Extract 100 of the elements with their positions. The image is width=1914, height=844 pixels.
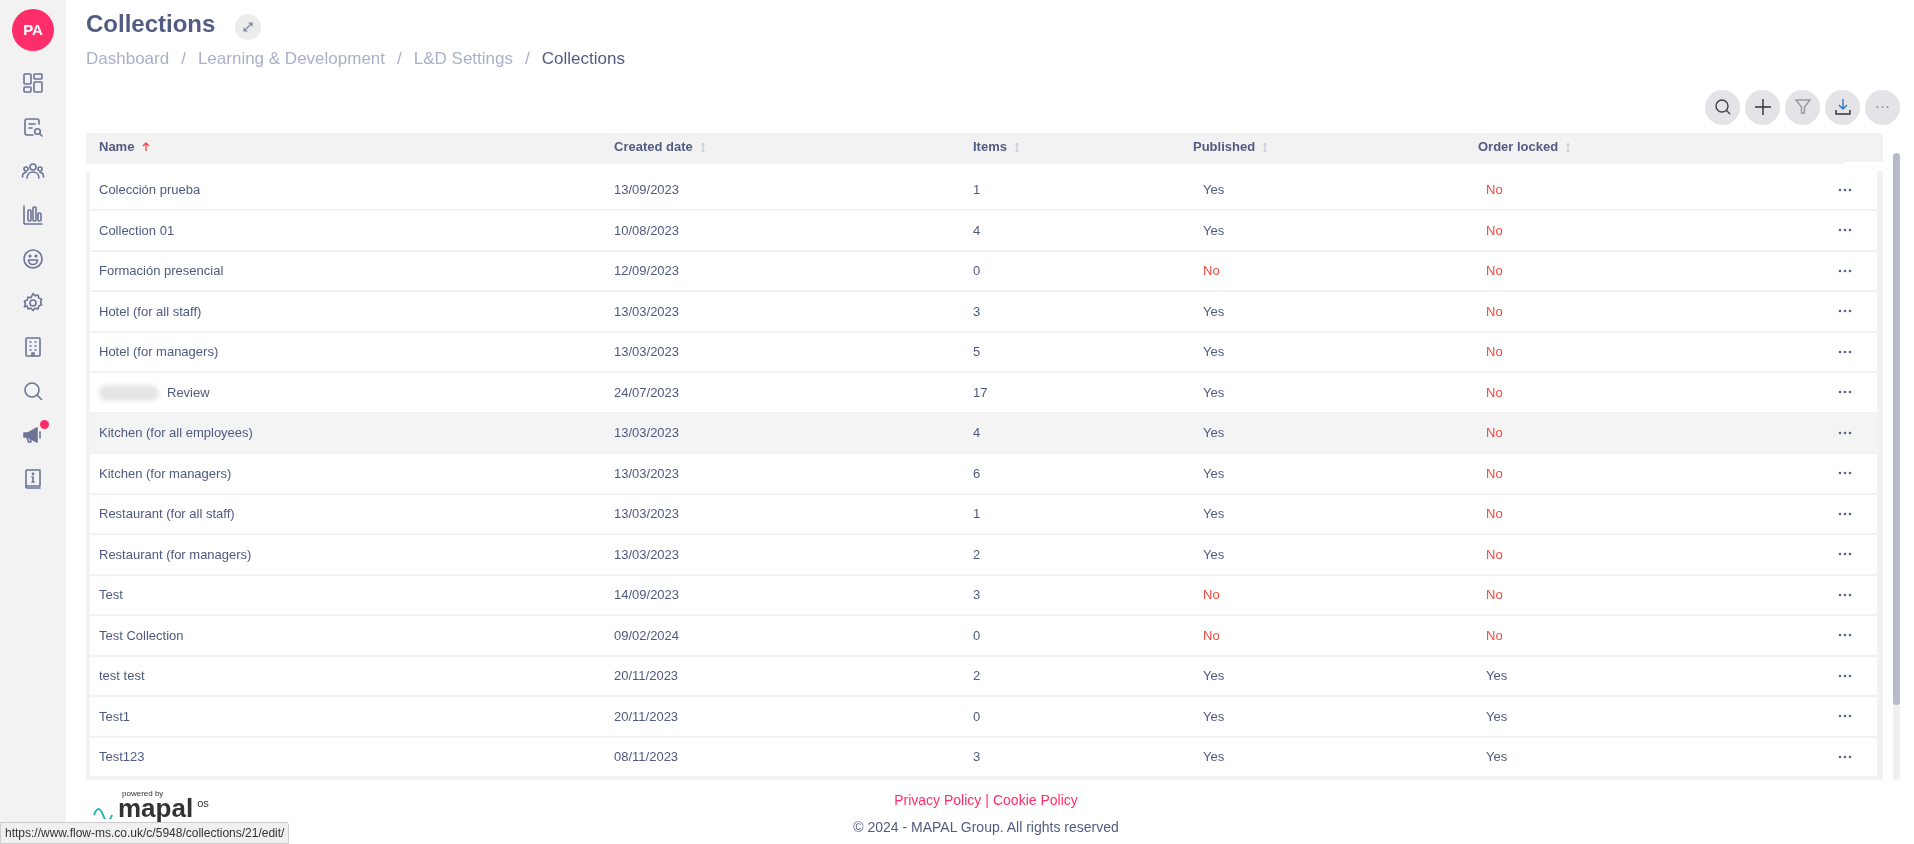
table-row[interactable]: Review 24/07/2023 17 Yes No [90,373,1877,412]
table-row[interactable]: Hotel (for all staff) 13/03/2023 3 Yes No [90,292,1877,331]
name-cell: test test [99,668,145,683]
items-cell: 4 [973,425,981,440]
name-cell: Test Collection [99,627,184,643]
smiley-icon[interactable] [21,247,45,271]
date-cell: 13/03/2023 [614,506,680,521]
date-cell: 08/11/2023 [614,749,679,764]
ellipsis-icon [1838,187,1852,192]
user-avatar[interactable]: PA [12,9,54,51]
expand-button[interactable] [235,14,262,40]
table-row[interactable]: test test 20/11/2023 2 Yes Yes [90,656,1877,695]
name-cell: Hotel (for all staff) [99,303,202,319]
table-row[interactable]: Restaurant (for all staff) 13/03/2023 1 Yes No [90,494,1877,533]
bar-chart-icon[interactable] [21,203,45,227]
order-locked-cell: No [1486,303,1503,319]
published-cell: Yes [1203,303,1225,319]
expand-icon [242,21,255,33]
table-row[interactable]: Collection 01 10/08/2023 4 Yes No [90,211,1877,250]
ellipsis-icon [1838,592,1852,597]
ellipsis-icon [1838,228,1852,233]
table-row[interactable]: Restaurant (for managers) 13/03/2023 2 Yes No [90,535,1877,574]
ellipsis-icon [1838,471,1852,476]
ellipsis-icon [1838,633,1852,638]
order-locked-cell: No [1486,506,1503,521]
published-cell: Yes [1203,708,1225,724]
search-icon [1712,97,1733,117]
column-header[interactable]: Items [973,137,1007,157]
scrollbar-thumb[interactable] [1893,152,1900,705]
add-button[interactable] [1745,89,1780,125]
name-cell: Review [167,384,210,400]
published-cell: Yes [1203,506,1225,521]
footer-link[interactable]: Cookie Policy [992,790,1078,811]
download-button[interactable] [1825,89,1860,125]
search-button[interactable] [1705,89,1740,125]
link-separator: | [985,791,989,810]
page-title: Collections [86,10,216,39]
document-search-icon[interactable] [21,115,45,139]
items-cell: 1 [973,506,981,521]
filter-button[interactable] [1785,89,1820,125]
ellipsis-icon [1838,349,1852,354]
name-cell: Collection 01 [99,222,175,238]
items-cell: 2 [973,668,981,683]
sort-ascending-icon[interactable] [142,142,151,153]
footer-link[interactable]: Privacy Policy [894,790,982,811]
items-cell: 0 [973,708,981,724]
date-cell: 13/03/2023 [614,425,680,440]
items-cell: 3 [973,749,981,764]
column-header[interactable]: Order locked [1478,137,1559,157]
order-locked-cell: No [1486,425,1503,440]
column-header[interactable]: Name [99,137,135,157]
date-cell: 20/11/2023 [614,708,679,724]
ellipsis-icon [1838,430,1852,435]
logo-suffix: os [197,798,209,809]
ellipsis-icon [1838,511,1852,516]
published-cell: Yes [1203,465,1225,481]
published-cell: Yes [1203,668,1225,683]
ellipsis-icon [1838,309,1852,314]
table-row[interactable]: Test Collection 09/02/2024 0 No No [90,616,1877,655]
items-cell: 2 [973,546,981,562]
published-cell: Yes [1203,425,1225,440]
dashboard-icon[interactable] [21,71,45,95]
published-cell: Yes [1203,546,1225,562]
items-cell: 3 [973,587,981,602]
order-locked-cell: No [1486,182,1503,197]
breadcrumb-separator: / [181,48,186,70]
order-locked-cell: Yes [1486,708,1508,724]
plus-icon [1752,97,1773,117]
items-cell: 0 [973,627,981,643]
items-cell: 17 [973,384,988,400]
powered-by-text: powered by [122,790,165,798]
table-row[interactable]: Colección prueba 13/09/2023 1 Yes No [90,170,1877,209]
table-row[interactable]: Test1 20/11/2023 0 Yes Yes [90,697,1877,736]
column-header[interactable]: Created date [614,137,693,157]
table-row[interactable]: Formación presencial 12/09/2023 0 No No [90,251,1877,290]
status-url: https://www.flow-ms.co.uk/c/5948/collections/21/edit/ [0,822,290,844]
date-cell: 13/09/2023 [614,182,680,197]
date-cell: 20/11/2023 [614,668,679,683]
search-icon[interactable] [21,379,45,403]
table-row[interactable]: Test 14/09/2023 3 No No [90,575,1877,614]
breadcrumb-current: Collections [541,48,625,70]
table-row[interactable]: Kitchen (for managers) 13/03/2023 6 Yes No [90,454,1877,493]
name-cell: Hotel (for managers) [99,344,219,359]
published-cell: No [1203,263,1220,278]
date-cell: 24/07/2023 [614,384,680,400]
breadcrumb-separator: / [397,48,402,70]
published-cell: Yes [1203,182,1225,197]
ellipsis-icon [1838,268,1852,273]
table-row[interactable]: Hotel (for managers) 13/03/2023 5 Yes No [90,332,1877,371]
name-cell: Test123 [99,749,145,764]
order-locked-cell: No [1486,587,1503,602]
ellipsis-icon [1838,390,1852,395]
name-cell: Kitchen (for managers) [99,465,232,481]
items-cell: 0 [973,263,981,278]
published-cell: Yes [1203,749,1225,764]
breadcrumb-separator: / [525,48,530,70]
order-locked-cell: No [1486,344,1503,359]
column-header[interactable]: Published [1193,137,1256,157]
ellipsis-icon [1838,673,1852,678]
table-row[interactable]: Test123 08/11/2023 3 Yes Yes [90,737,1877,776]
